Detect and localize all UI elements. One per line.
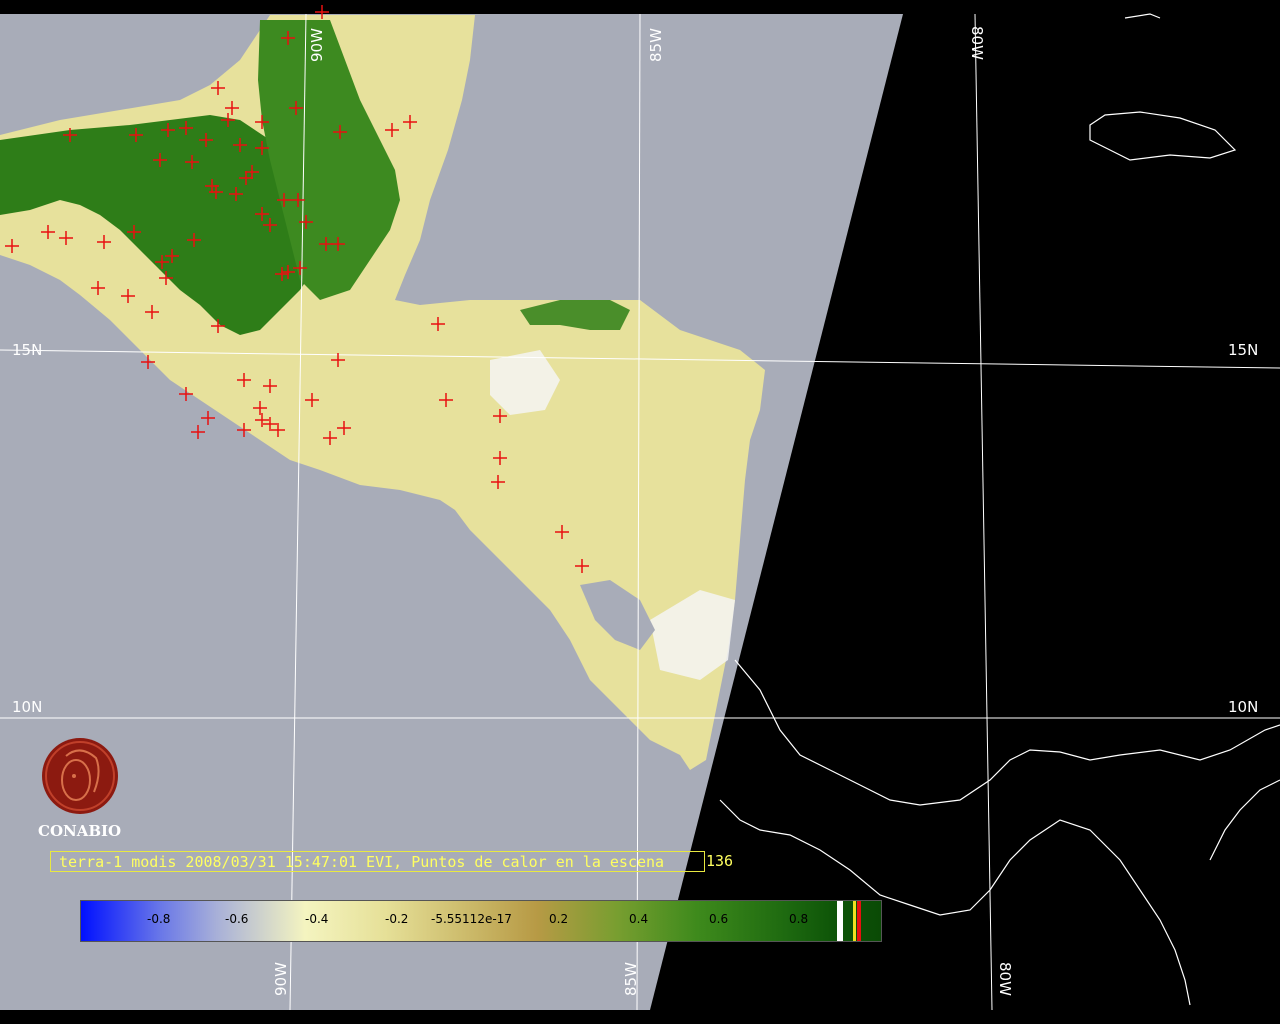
colorbar-tick-label: 0.8 — [789, 912, 809, 926]
grid-label-90w-top: 90W — [308, 28, 326, 62]
colorbar-yellow-swatch — [853, 901, 856, 941]
evi-colorbar: -0.8 -0.6 -0.4 -0.2 -5.55112e-17 0.2 0.4 0.6 0.8 — [80, 900, 882, 942]
scene-caption: terra-1 modis 2008/03/31 15:47:01 EVI, P… — [50, 851, 705, 872]
colorbar-tick-label: 0.4 — [629, 912, 649, 926]
colorbar-cloud-swatch — [837, 901, 843, 941]
satellite-map-view: 90W 85W 80W 90W 85W 80W 15N 15N 10N 10N … — [0, 0, 1280, 1024]
colorbar-hotspot-swatch — [857, 901, 861, 941]
colorbar-tick-label: -0.8 — [147, 912, 171, 926]
colorbar-tick-label: -0.4 — [305, 912, 329, 926]
grid-label-80w-top: 80W — [968, 26, 986, 60]
grid-label-15n-right: 15N — [1228, 341, 1258, 359]
grid-label-15n-left: 15N — [12, 341, 42, 359]
colorbar-tick-label: -0.6 — [225, 912, 249, 926]
colorbar-tick-label: -0.2 — [385, 912, 409, 926]
colorbar-tick-label: -5.55112e-17 — [431, 912, 512, 926]
hotspot-count: 136 — [706, 852, 734, 870]
grid-label-85w-bottom: 85W — [622, 962, 640, 996]
colorbar-tick-label: 0.2 — [549, 912, 569, 926]
grid-label-10n-right: 10N — [1228, 698, 1258, 716]
conabio-wordmark: CONABIO — [38, 822, 122, 840]
colorbar-tick-label: 0.6 — [709, 912, 729, 926]
grid-label-85w-top: 85W — [647, 28, 665, 62]
grid-label-90w-bottom: 90W — [272, 962, 290, 996]
grid-label-10n-left: 10N — [12, 698, 42, 716]
grid-label-80w-bottom: 80W — [996, 962, 1014, 996]
